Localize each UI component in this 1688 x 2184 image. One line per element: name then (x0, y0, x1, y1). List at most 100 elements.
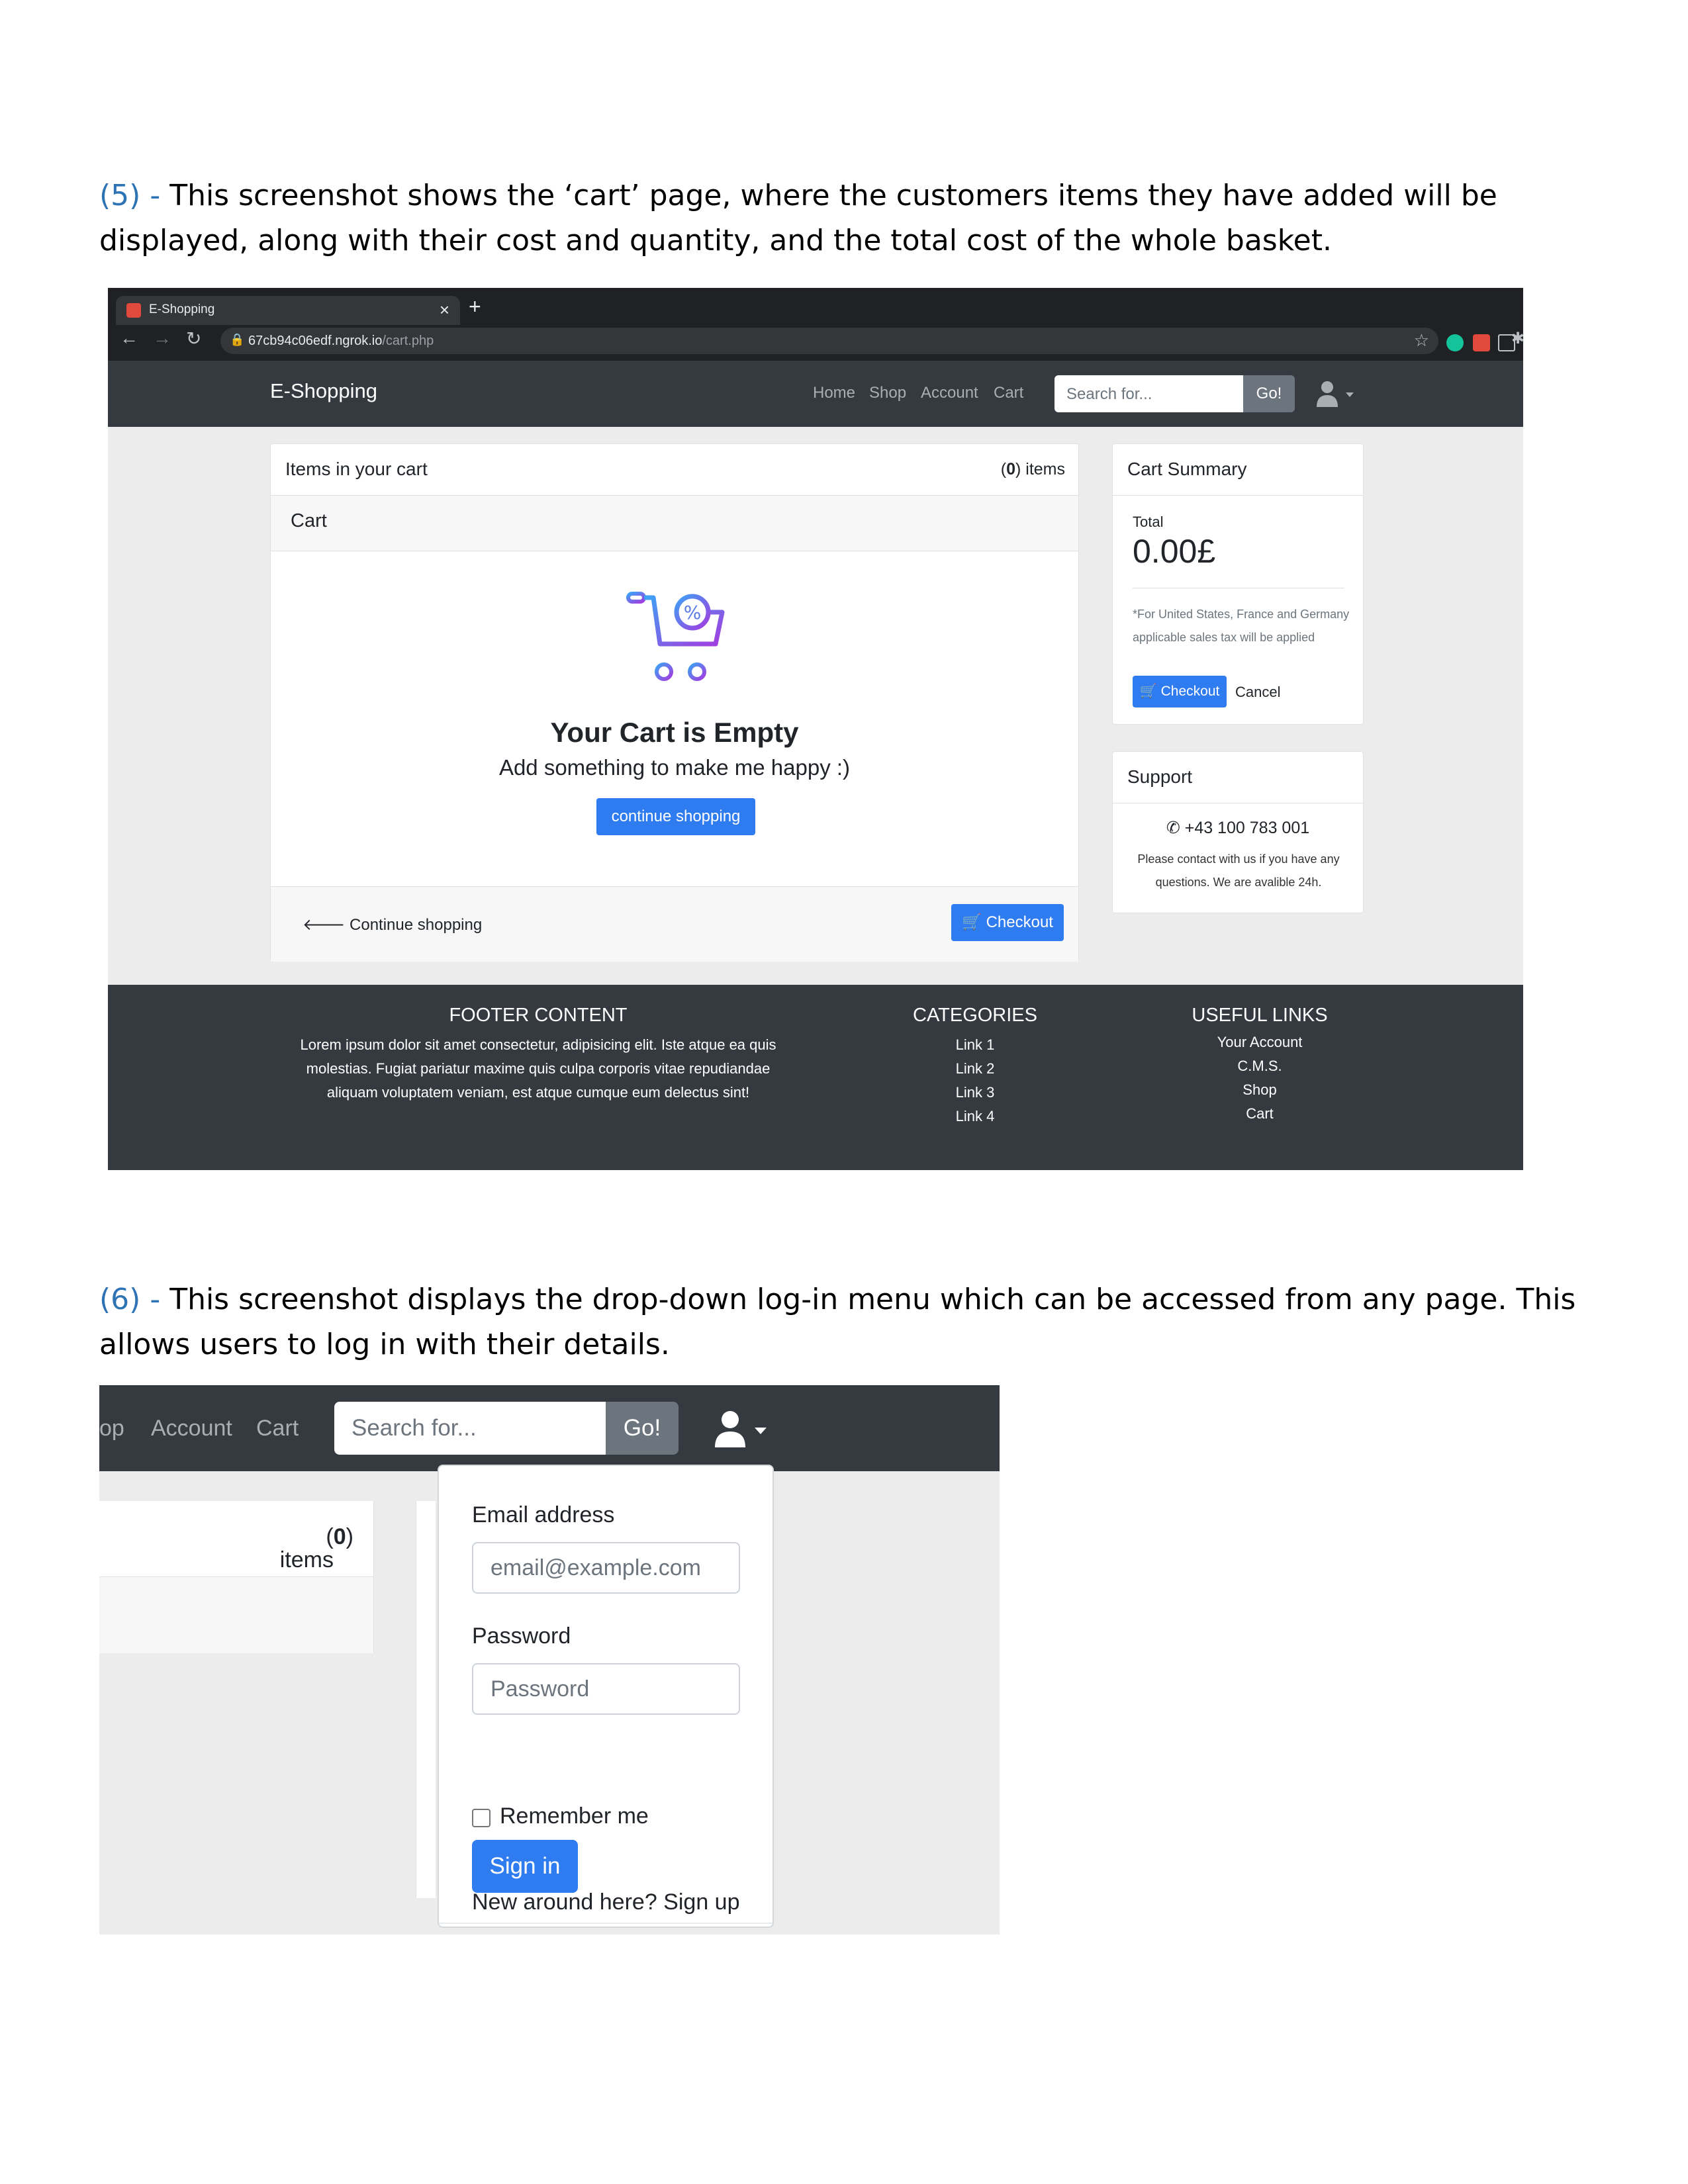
favicon-icon (126, 303, 141, 318)
support-text: Please contact with us if you have any q… (1137, 852, 1340, 889)
brand-logo[interactable]: E-Shopping (270, 379, 377, 403)
browser-chrome: E-Shopping × + ← → ↻ 🔒 67cb94c06edf.ngro… (108, 288, 1523, 361)
footer-content-text: Lorem ipsum dolor sit amet consectetur, … (300, 1036, 776, 1101)
summary-header: Cart Summary (1113, 444, 1363, 496)
cart-subheader: Cart (271, 496, 1078, 551)
footer-category-link[interactable]: Link 3 (889, 1081, 1061, 1105)
footer-categories-column: CATEGORIES Link 1 Link 2 Link 3 Link 4 (889, 985, 1061, 1128)
cart-summary-card: Cart Summary Total 0.00£ *For United Sta… (1112, 443, 1364, 725)
email-label: Email address (472, 1502, 615, 1527)
caption-6-number: (6) - (99, 1283, 161, 1316)
cart-icon: 🛒 (962, 913, 986, 931)
nav-home[interactable]: Home (813, 384, 855, 402)
tax-note: *For United States, France and Germany a… (1133, 608, 1350, 644)
total-value: 0.00£ (1133, 533, 1216, 570)
cancel-link[interactable]: Cancel (1235, 684, 1280, 701)
cart-item-count: (0) items (279, 1524, 353, 1572)
password-label: Password (472, 1623, 571, 1649)
total-label: Total (1133, 514, 1164, 530)
search-input[interactable]: Search for... (334, 1402, 606, 1455)
phone-icon: ✆ (1166, 819, 1185, 837)
caption-5-number: (5) - (99, 179, 161, 212)
footer-useful-link[interactable]: Shop (1160, 1078, 1359, 1102)
site-footer: FOOTER CONTENT Lorem ipsum dolor sit ame… (108, 985, 1523, 1170)
footer-content-column: FOOTER CONTENT Lorem ipsum dolor sit ame… (287, 985, 790, 1105)
url: 67cb94c06edf.ngrok.io/cart.php (248, 334, 434, 348)
footer-useful-column: USEFUL LINKS Your Account C.M.S. Shop Ca… (1160, 985, 1359, 1126)
caption-6-text: This screenshot displays the drop-down l… (99, 1283, 1576, 1361)
site-navbar: E-Shopping Home Shop Account Cart Search… (108, 361, 1523, 427)
caption-5-text: This screenshot shows the ‘cart’ page, w… (99, 179, 1497, 257)
summary-title: Cart Summary (1127, 459, 1247, 479)
cart-subheader (99, 1577, 373, 1653)
cart-icon: 🛒 (1139, 684, 1161, 699)
nav-cart[interactable]: Cart (256, 1416, 299, 1441)
address-bar[interactable]: 🔒 67cb94c06edf.ngrok.io/cart.php ☆ (220, 328, 1438, 354)
summary-card-partial (416, 1501, 436, 1898)
empty-cart-subtitle: Add something to make me happy :) (498, 755, 851, 780)
nav-shop[interactable]: Shop (869, 384, 906, 402)
tab-title: E-Shopping (149, 302, 215, 316)
remember-me-checkbox[interactable] (472, 1809, 491, 1827)
footer-category-link[interactable]: Link 1 (889, 1033, 1061, 1057)
support-card: Support ✆ +43 100 783 001 Please contact… (1112, 751, 1364, 913)
footer-useful-link[interactable]: Your Account (1160, 1030, 1359, 1054)
extensions-puzzle-icon[interactable]: ✱ (1511, 329, 1523, 348)
cart-card: Items in your cart (0) items Cart % Your… (270, 443, 1079, 962)
password-field[interactable]: Password (472, 1663, 740, 1715)
continue-shopping-button[interactable]: continue shopping (596, 798, 755, 835)
cart-card-footer: 🡐 Continue shopping 🛒 Checkout (271, 886, 1078, 962)
search-go-button[interactable]: Go! (1243, 375, 1295, 412)
remember-me-label[interactable]: Remember me (500, 1803, 649, 1829)
cart-card-partial: (0) items (99, 1501, 374, 1653)
cart-card-header: Items in your cart (0) items (271, 444, 1078, 496)
sign-in-button[interactable]: Sign in (472, 1840, 578, 1893)
browser-tab[interactable]: E-Shopping × (116, 296, 460, 325)
caption-5: (5) - This screenshot shows the ‘cart’ p… (99, 173, 1582, 263)
site-navbar: op Account Cart Search for... Go! (99, 1385, 1000, 1471)
grammarly-extension-icon[interactable] (1446, 334, 1464, 351)
lock-icon: 🔒 (230, 333, 245, 346)
continue-shopping-link[interactable]: 🡐 Continue shopping (303, 915, 482, 934)
sign-up-link[interactable]: New around here? Sign up (472, 1889, 740, 1915)
new-tab-icon[interactable]: + (469, 295, 481, 319)
footer-useful-link[interactable]: C.M.S. (1160, 1054, 1359, 1078)
nav-account[interactable]: Account (921, 384, 978, 402)
caption-6: (6) - This screenshot displays the drop-… (99, 1277, 1582, 1367)
svg-text:%: % (684, 602, 702, 623)
nav-account[interactable]: Account (151, 1416, 232, 1441)
user-dropdown-icon[interactable] (1313, 375, 1359, 412)
tab-close-icon[interactable]: × (440, 300, 449, 320)
dropdown-divider (439, 1923, 773, 1924)
summary-checkout-button[interactable]: 🛒 Checkout (1133, 676, 1227, 707)
footer-useful-title: USEFUL LINKS (1192, 1005, 1328, 1026)
footer-useful-link[interactable]: Cart (1160, 1102, 1359, 1126)
arrow-left-icon: 🡐 (303, 916, 350, 934)
cart-item-count: (0) items (1000, 460, 1065, 478)
login-dropdown-screenshot: op Account Cart Search for... Go! (0) it… (99, 1385, 1000, 1934)
support-title: Support (1127, 766, 1193, 787)
back-arrow-icon[interactable]: ← (120, 328, 138, 349)
footer-categories-list: Link 1 Link 2 Link 3 Link 4 (889, 1033, 1061, 1128)
support-header: Support (1113, 752, 1363, 803)
footer-category-link[interactable]: Link 4 (889, 1105, 1061, 1128)
footer-content-title: FOOTER CONTENT (449, 1005, 628, 1026)
user-dropdown-icon[interactable] (707, 1405, 780, 1453)
cart-title: Items in your cart (285, 459, 428, 479)
forward-arrow-icon[interactable]: → (153, 328, 171, 349)
cart-card-header: (0) items (99, 1501, 373, 1577)
support-phone[interactable]: ✆ +43 100 783 001 (1113, 818, 1363, 838)
search-input[interactable]: Search for... (1055, 375, 1243, 412)
nav-cart[interactable]: Cart (994, 384, 1023, 402)
nav-shop[interactable]: op (99, 1416, 124, 1441)
cart-page-screenshot: E-Shopping × + ← → ↻ 🔒 67cb94c06edf.ngro… (108, 288, 1523, 1170)
email-field[interactable]: email@example.com (472, 1542, 740, 1594)
reload-icon[interactable]: ↻ (186, 328, 201, 349)
bookmark-star-icon[interactable]: ☆ (1414, 330, 1429, 351)
search-go-button[interactable]: Go! (606, 1402, 679, 1455)
footer-category-link[interactable]: Link 2 (889, 1057, 1061, 1081)
footer-categories-title: CATEGORIES (913, 1005, 1037, 1026)
checkout-button[interactable]: 🛒 Checkout (951, 904, 1064, 941)
extension-icon[interactable] (1473, 334, 1490, 351)
empty-cart-icon: % (626, 592, 725, 681)
